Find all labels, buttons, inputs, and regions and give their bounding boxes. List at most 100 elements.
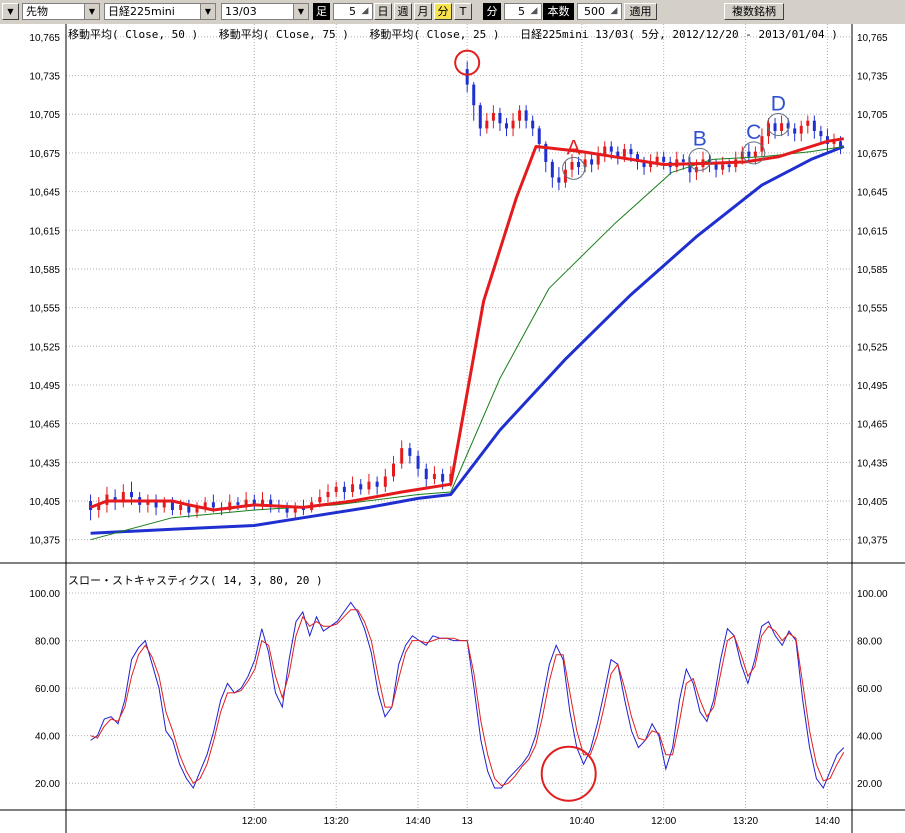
y-tick-label: 60.00 — [35, 684, 60, 695]
candle-body — [753, 151, 757, 157]
count-label: 本数 — [543, 3, 574, 20]
y-tick-label: 10,645 — [29, 188, 60, 199]
candle-body — [326, 491, 330, 498]
candle-body — [681, 159, 685, 162]
y-tick-label-right: 10,765 — [857, 33, 888, 44]
legend-ma75: 移動平均( Close, 75 ) — [219, 27, 349, 41]
candle-body — [603, 146, 607, 155]
candle-body — [806, 120, 810, 126]
candle-body — [518, 110, 522, 121]
candle-body — [130, 491, 133, 498]
stochastic-title: スロー・ストキャスティクス( 14, 3, 80, 20 ) — [68, 574, 323, 587]
candle-body — [622, 149, 626, 157]
legend-ma50: 移動平均( Close, 50 ) — [68, 27, 198, 41]
candle-body — [799, 125, 803, 134]
y-tick-label: 10,735 — [29, 72, 60, 83]
y-tick-label: 10,495 — [29, 381, 60, 392]
spinner-icon[interactable]: ◢ — [359, 5, 371, 18]
candle-body — [472, 84, 476, 106]
y-tick-label-right: 10,465 — [857, 420, 888, 431]
tick-button[interactable]: T — [454, 3, 472, 20]
month-button[interactable]: 月 — [414, 3, 432, 20]
candle-body — [375, 481, 379, 487]
candle-body — [721, 164, 725, 170]
candle-body — [491, 112, 495, 121]
bar-type-label: 足 — [313, 3, 330, 20]
y-tick-label-right: 20.00 — [857, 779, 882, 790]
candle-body — [662, 156, 666, 162]
multi-symbol-button[interactable]: 複数銘柄 — [724, 3, 784, 20]
annotation-label: A — [567, 136, 581, 159]
candle-body — [839, 141, 843, 147]
apply-button[interactable]: 適用 — [624, 3, 657, 20]
spinner-icon[interactable]: ◢ — [608, 5, 620, 18]
candle-body — [537, 128, 541, 144]
candle-body — [424, 468, 428, 480]
day-interval-field[interactable]: 5 ◢ — [333, 3, 373, 20]
candle-body — [577, 161, 581, 168]
y-tick-label: 10,375 — [29, 536, 60, 547]
y-tick-label: 10,405 — [29, 497, 60, 508]
candle-body — [747, 151, 751, 157]
contract-select[interactable]: 13/03 ▼ — [221, 3, 309, 20]
minute-value-field[interactable]: 5 ◢ — [504, 3, 542, 20]
x-tick-label: 14:40 — [406, 816, 431, 827]
minute-label: 分 — [483, 3, 501, 20]
day-interval-value: 5 — [349, 5, 356, 18]
candle-body — [162, 502, 166, 508]
y-tick-label-right: 60.00 — [857, 684, 882, 695]
candle-body — [400, 448, 404, 464]
annotation-label: C — [746, 121, 761, 144]
y-tick-label-right: 10,735 — [857, 72, 888, 83]
minute-button[interactable]: 分 — [434, 3, 452, 20]
candle-body — [318, 497, 322, 503]
candle-body — [432, 473, 436, 480]
day-button[interactable]: 日 — [374, 3, 392, 20]
candle-body — [351, 484, 355, 492]
chart-area: A B CD 10,765 10,765 10,735 10,735 10,705 10,70… — [0, 24, 905, 833]
candle-body — [812, 120, 816, 131]
candle-body — [416, 455, 420, 469]
candle-body — [609, 146, 613, 152]
spinner-icon[interactable]: ◢ — [528, 5, 540, 18]
y-tick-label: 10,465 — [29, 420, 60, 431]
count-value-field[interactable]: 500 ◢ — [577, 3, 622, 20]
dropdown-arrow-icon[interactable]: ▼ — [2, 3, 19, 20]
y-tick-label: 100.00 — [29, 589, 60, 600]
y-tick-label: 10,525 — [29, 342, 60, 353]
candle-body — [511, 120, 515, 129]
y-tick-label: 40.00 — [35, 732, 60, 743]
chevron-down-icon: ▼ — [84, 4, 99, 19]
x-tick-label: 12:00 — [651, 816, 676, 827]
candle-body — [170, 502, 174, 511]
candle-body — [334, 486, 338, 492]
candle-body — [367, 481, 371, 490]
y-tick-label-right: 80.00 — [857, 637, 882, 648]
candle-body — [590, 159, 594, 165]
y-tick-label-right: 10,705 — [857, 110, 888, 121]
y-tick-label-right: 10,555 — [857, 304, 888, 315]
y-tick-label: 10,435 — [29, 458, 60, 469]
candle-body — [550, 161, 554, 178]
market-select-value: 先物 — [26, 5, 48, 18]
toolbar: ▼ 先物 ▼ 日経225mini ▼ 13/03 ▼ 足 5 ◢ 日 週 月 分… — [0, 0, 905, 25]
candle-body — [408, 448, 412, 456]
minute-value: 5 — [518, 5, 525, 18]
candle-body — [504, 123, 508, 129]
y-tick-label: 80.00 — [35, 637, 60, 648]
y-tick-label-right: 100.00 — [857, 589, 888, 600]
x-tick-label: 13:20 — [324, 816, 349, 827]
week-button[interactable]: 週 — [394, 3, 412, 20]
y-tick-label-right: 40.00 — [857, 732, 882, 743]
x-tick-label: 13 — [462, 816, 474, 827]
candle-body — [211, 502, 215, 508]
y-tick-label: 10,675 — [29, 149, 60, 160]
candle-body — [557, 177, 561, 183]
candle-body — [236, 502, 240, 505]
symbol-select[interactable]: 日経225mini ▼ — [104, 3, 216, 20]
x-tick-label: 12:00 — [242, 816, 267, 827]
candle-body — [498, 112, 502, 124]
market-select[interactable]: 先物 ▼ — [22, 3, 100, 20]
candle-body — [244, 499, 248, 505]
y-tick-label-right: 10,405 — [857, 497, 888, 508]
